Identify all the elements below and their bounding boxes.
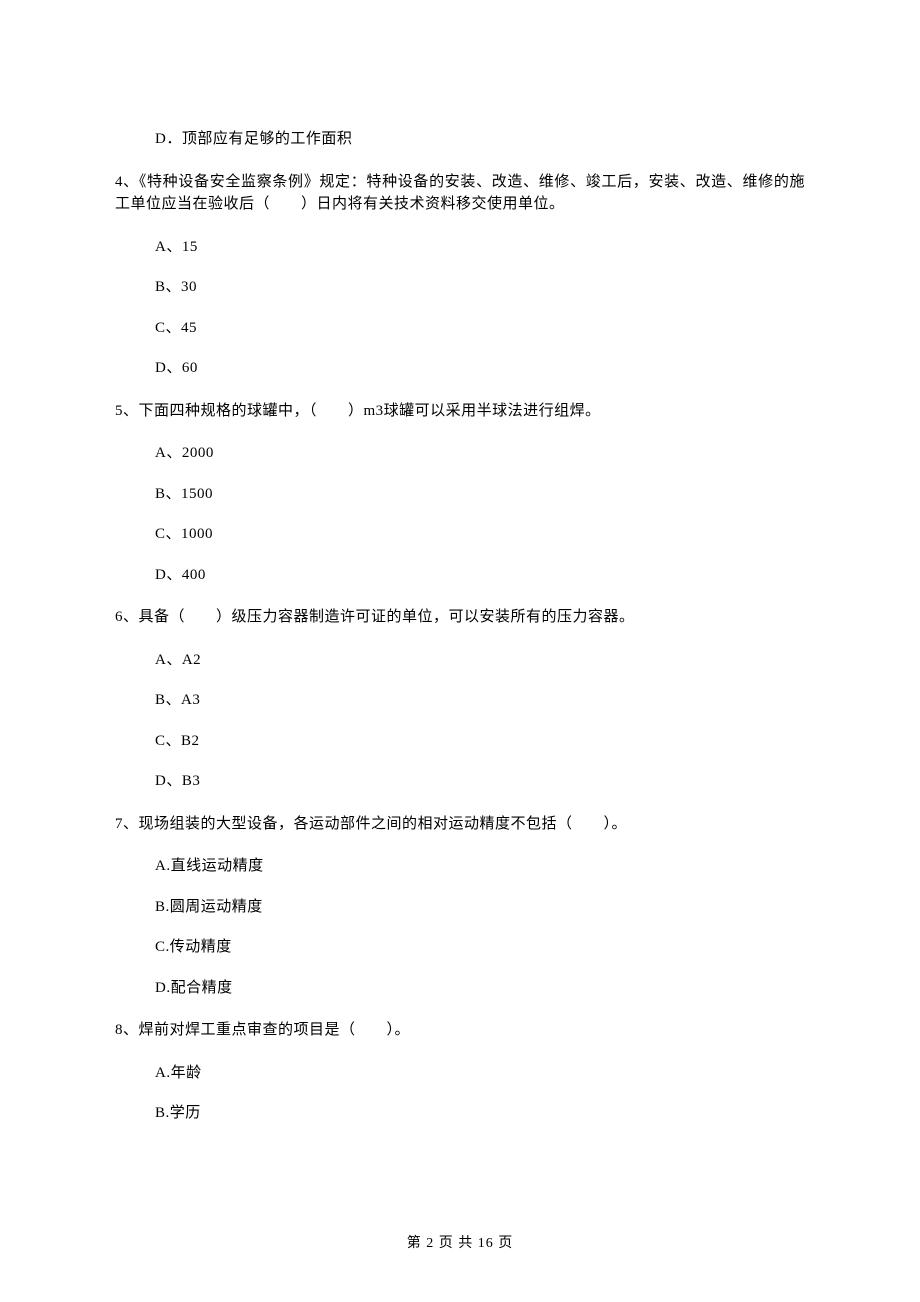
q8-option-b: B.学历: [155, 1102, 805, 1125]
q4-option-c: C、45: [155, 317, 805, 340]
q5-text: 5、下面四种规格的球罐中，（ ）m3球罐可以采用半球法进行组焊。: [115, 400, 805, 423]
q7-text: 7、现场组装的大型设备，各运动部件之间的相对运动精度不包括（ ）。: [115, 813, 805, 836]
q8-text: 8、焊前对焊工重点审查的项目是（ ）。: [115, 1019, 805, 1042]
q4-option-d: D、60: [155, 357, 805, 380]
q7-option-a: A.直线运动精度: [155, 855, 805, 878]
q6-text: 6、具备（ ）级压力容器制造许可证的单位，可以安装所有的压力容器。: [115, 606, 805, 629]
q5-option-b: B、1500: [155, 483, 805, 506]
q6-option-b: B、A3: [155, 689, 805, 712]
q5-option-c: C、1000: [155, 523, 805, 546]
q6-option-c: C、B2: [155, 730, 805, 753]
q5-option-d: D、400: [155, 564, 805, 587]
q7-option-d: D.配合精度: [155, 977, 805, 1000]
q4-option-a: A、15: [155, 236, 805, 259]
q3-option-d: D．顶部应有足够的工作面积: [155, 128, 805, 151]
q4-option-b: B、30: [155, 276, 805, 299]
q7-option-b: B.圆周运动精度: [155, 896, 805, 919]
q5-option-a: A、2000: [155, 442, 805, 465]
q6-option-a: A、A2: [155, 649, 805, 672]
q4-text: 4、《特种设备安全监察条例》规定：特种设备的安装、改造、维修、竣工后，安装、改造…: [115, 171, 805, 216]
q6-option-d: D、B3: [155, 770, 805, 793]
page-content: D．顶部应有足够的工作面积 4、《特种设备安全监察条例》规定：特种设备的安装、改…: [0, 0, 920, 1125]
page-footer: 第 2 页 共 16 页: [0, 1233, 920, 1254]
q8-option-a: A.年龄: [155, 1062, 805, 1085]
q7-option-c: C.传动精度: [155, 936, 805, 959]
